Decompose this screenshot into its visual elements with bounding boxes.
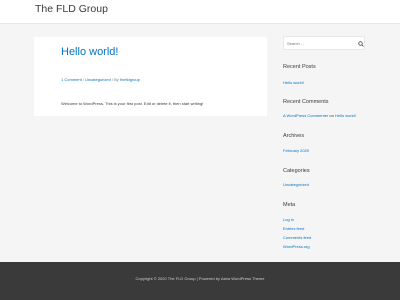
- main-content: Hello world! 1 Comment / Uncategorized /…: [0, 24, 400, 262]
- comment-on-label: on: [329, 113, 334, 118]
- post-card: Hello world! 1 Comment / Uncategorized /…: [34, 37, 267, 116]
- post-title[interactable]: Hello world!: [61, 46, 118, 58]
- archive-link-feb-2020[interactable]: February 2020: [283, 148, 309, 153]
- categories-title: Categories: [283, 168, 310, 174]
- search-input[interactable]: [287, 40, 353, 47]
- meta-wordpress-org-link[interactable]: WordPress.org: [283, 244, 310, 249]
- comment-post-link[interactable]: Hello world!: [335, 113, 356, 118]
- recent-posts-title: Recent Posts: [283, 64, 316, 70]
- site-footer: Copyright © 2020 The FLD Group | Powered…: [0, 262, 400, 300]
- archives-title: Archives: [283, 133, 305, 139]
- recent-comments-title: Recent Comments: [283, 99, 329, 105]
- recent-post-link[interactable]: Hello world!: [283, 80, 304, 85]
- post-excerpt: Welcome to WordPress. This is your first…: [61, 101, 204, 106]
- post-author-link[interactable]: thefldgroup: [120, 77, 140, 82]
- meta-entries-feed-link[interactable]: Entries feed: [283, 226, 304, 231]
- post-meta: 1 Comment / Uncategorized / By thefldgro…: [61, 77, 140, 82]
- post-category-link[interactable]: Uncategorized: [85, 77, 111, 82]
- meta-login-link[interactable]: Log in: [283, 217, 294, 222]
- site-title[interactable]: The FLD Group: [35, 3, 108, 15]
- search-icon[interactable]: [358, 41, 364, 47]
- recent-comment-item: A WordPress Commenter on Hello world!: [283, 113, 356, 118]
- post-comments-link[interactable]: 1 Comment: [61, 77, 82, 82]
- footer-copyright: Copyright © 2020 The FLD Group | Powered…: [135, 276, 265, 281]
- meta-title: Meta: [283, 202, 296, 208]
- comment-author-link[interactable]: A WordPress Commenter: [283, 113, 328, 118]
- meta-comments-feed-link[interactable]: Comments feed: [283, 235, 311, 240]
- post-by-label: By: [114, 77, 119, 82]
- site-header: The FLD Group: [0, 0, 400, 24]
- search-form: [283, 36, 365, 50]
- category-link-uncategorized[interactable]: Uncategorized: [283, 182, 309, 187]
